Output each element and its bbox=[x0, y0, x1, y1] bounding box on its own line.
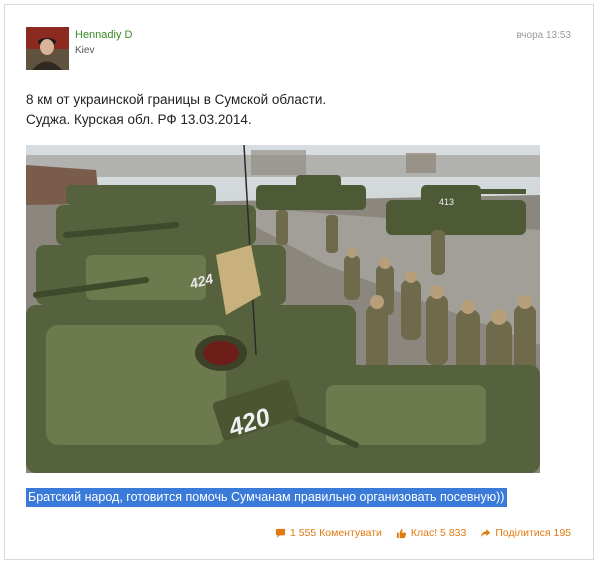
comment-button[interactable]: 1 555 Коментувати bbox=[275, 527, 382, 539]
post-actions: 1 555 Коментувати Клас! 5 833 Поділитися… bbox=[275, 527, 571, 539]
post-text-line: Суджа. Курская обл. РФ 13.03.2014. bbox=[26, 112, 252, 127]
author-name[interactable]: Hennadiy D bbox=[75, 29, 132, 41]
post-caption-selected: Братский народ, готовится помочь Сумчана… bbox=[26, 488, 508, 507]
author-avatar[interactable] bbox=[26, 27, 69, 70]
author-location: Kiev bbox=[75, 45, 95, 56]
svg-text:413: 413 bbox=[439, 197, 454, 207]
share-count-label: Поділитися 195 bbox=[495, 527, 571, 539]
share-arrow-icon bbox=[480, 528, 491, 539]
share-button[interactable]: Поділитися 195 bbox=[480, 527, 571, 539]
tanks-photo: 413 420 424 bbox=[26, 145, 540, 473]
avatar-image bbox=[26, 27, 69, 70]
comment-bubble-icon bbox=[275, 528, 286, 539]
post-text: 8 км от украинской границы в Сумской обл… bbox=[26, 90, 566, 130]
like-button[interactable]: Клас! 5 833 bbox=[396, 527, 466, 539]
like-count-label: Клас! 5 833 bbox=[410, 527, 467, 539]
post-text-line: 8 км от украинской границы в Сумской обл… bbox=[26, 92, 327, 107]
post-card: Hennadiy D Kiev вчора 13:53 8 км от укра… bbox=[4, 4, 594, 560]
post-photo[interactable]: 413 420 424 bbox=[26, 145, 540, 473]
comment-count-label: 1 555 Коментувати bbox=[289, 527, 382, 539]
thumbs-up-icon bbox=[396, 528, 407, 539]
post-timestamp: вчора 13:53 bbox=[516, 30, 571, 41]
